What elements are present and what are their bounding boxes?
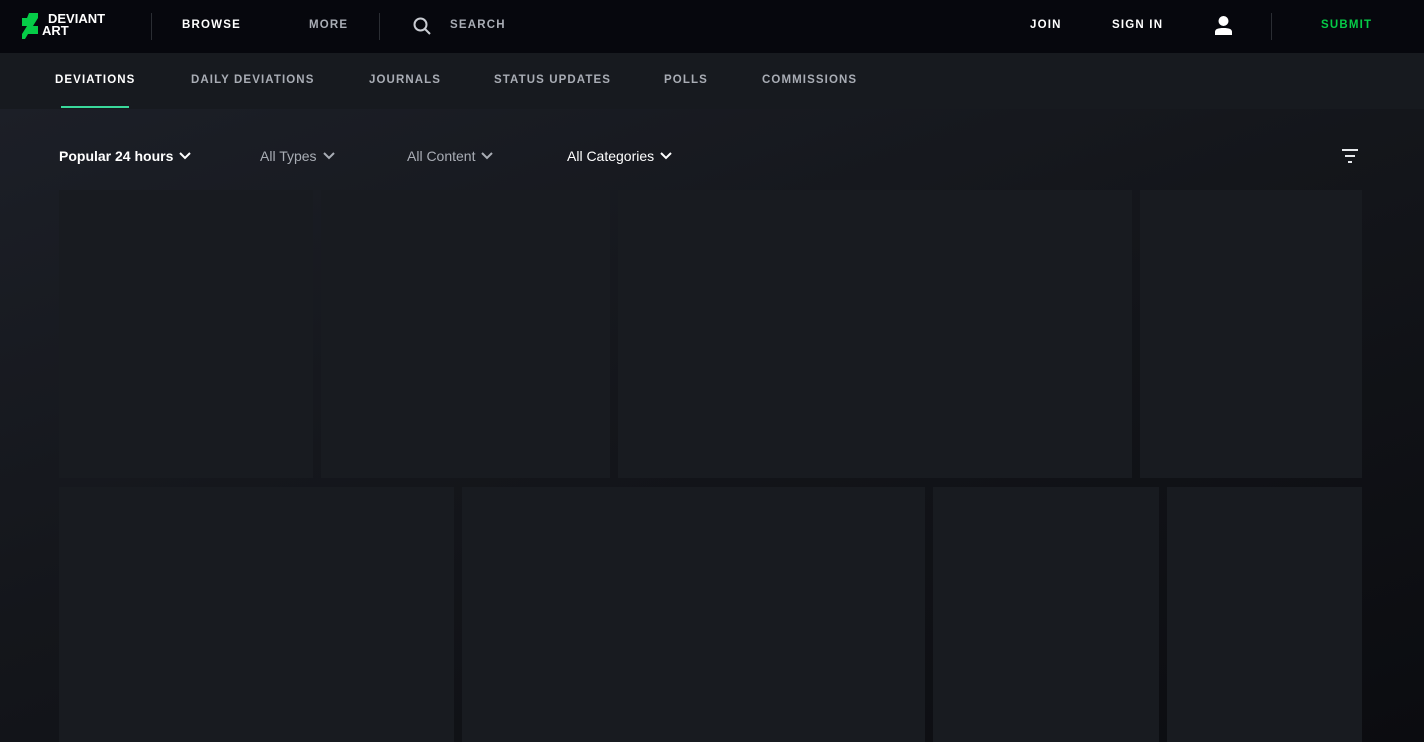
content-tabs: DEVIATIONS DAILY DEVIATIONS JOURNALS STA… <box>0 53 1424 109</box>
search-icon[interactable] <box>413 17 431 35</box>
more-link[interactable]: MORE <box>309 19 348 31</box>
deviantart-logo[interactable]: DEVIANT ART <box>22 12 117 40</box>
sort-label: Popular 24 hours <box>59 148 174 164</box>
submit-button[interactable]: SUBMIT <box>1321 19 1372 31</box>
divider <box>379 13 380 40</box>
deviation-thumbnail[interactable] <box>618 190 1132 478</box>
deviation-thumbnail[interactable] <box>59 190 313 478</box>
content-label: All Content <box>407 148 476 164</box>
browse-link[interactable]: BROWSE <box>182 19 241 31</box>
tab-daily-deviations[interactable]: DAILY DEVIATIONS <box>191 74 314 86</box>
type-dropdown[interactable]: All Types <box>260 148 335 164</box>
chevron-down-icon <box>481 152 494 160</box>
deviation-thumbnail[interactable] <box>1167 487 1362 742</box>
deviation-thumbnail[interactable] <box>321 190 610 478</box>
tab-commissions[interactable]: COMMISSIONS <box>762 74 857 86</box>
user-icon[interactable] <box>1215 16 1232 35</box>
category-dropdown[interactable]: All Categories <box>567 148 672 164</box>
type-label: All Types <box>260 148 317 164</box>
divider <box>1271 13 1272 40</box>
divider <box>151 13 152 40</box>
tab-status-updates[interactable]: STATUS UPDATES <box>494 74 611 86</box>
active-tab-indicator <box>61 106 129 108</box>
tab-journals[interactable]: JOURNALS <box>369 74 441 86</box>
top-nav: DEVIANT ART BROWSE MORE SEARCH JOIN SIGN … <box>0 0 1424 53</box>
deviation-thumbnail[interactable] <box>462 487 925 742</box>
tab-polls[interactable]: POLLS <box>664 74 708 86</box>
sign-in-link[interactable]: SIGN IN <box>1112 19 1163 31</box>
category-label: All Categories <box>567 148 655 164</box>
join-link[interactable]: JOIN <box>1030 19 1062 31</box>
content-dropdown[interactable]: All Content <box>407 148 494 164</box>
filter-icon[interactable] <box>1341 149 1359 164</box>
deviation-thumbnail[interactable] <box>59 487 454 742</box>
deviation-thumbnail[interactable] <box>1140 190 1362 478</box>
search-input[interactable]: SEARCH <box>450 19 506 31</box>
chevron-down-icon <box>660 152 672 160</box>
chevron-down-icon <box>179 152 192 160</box>
sort-dropdown[interactable]: Popular 24 hours <box>59 148 192 164</box>
deviation-thumbnail[interactable] <box>933 487 1159 742</box>
chevron-down-icon <box>322 152 335 160</box>
tab-deviations[interactable]: DEVIATIONS <box>55 74 135 86</box>
